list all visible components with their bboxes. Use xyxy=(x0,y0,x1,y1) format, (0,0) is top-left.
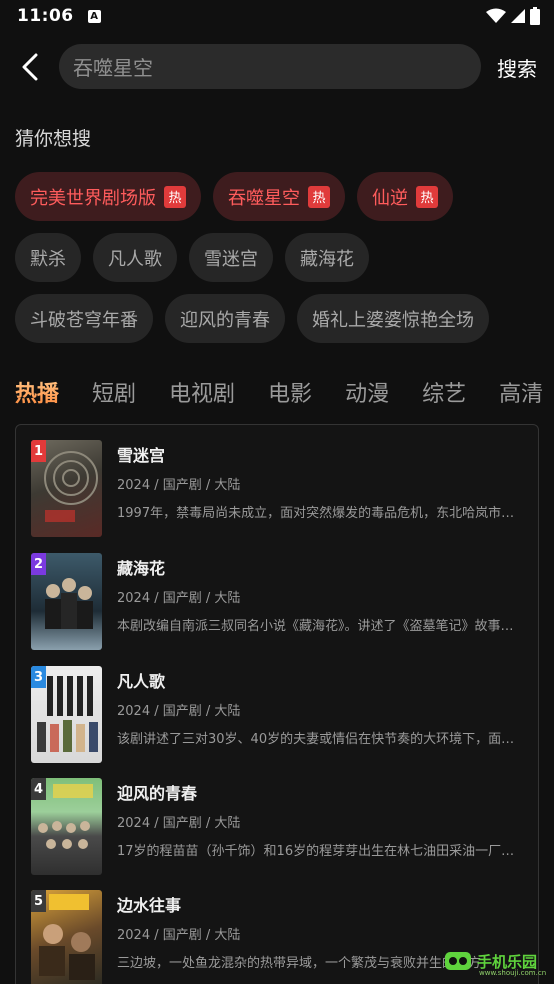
suggestion-chip[interactable]: 仙逆热 xyxy=(357,172,453,221)
status-bar: 11:06 A xyxy=(0,0,554,32)
search-bar: 吞噬星空 搜索 xyxy=(0,44,554,90)
chip-label: 迎风的青春 xyxy=(180,309,270,331)
hot-badge: 热 xyxy=(416,185,438,208)
list-item[interactable]: 1 雪迷宫 2024 / 国产剧 / 大陆 1997年，禁毒局尚未成立，面对突然… xyxy=(31,440,531,540)
suggestion-chip[interactable]: 凡人歌 xyxy=(93,233,177,282)
status-time: 11:06 xyxy=(17,6,74,26)
suggestions-title: 猜你想搜 xyxy=(15,128,92,150)
item-meta: 2024 / 国产剧 / 大陆 xyxy=(117,928,241,943)
item-title: 迎风的青春 xyxy=(117,784,198,803)
watermark-url: www.shouji.com.cn xyxy=(479,969,547,977)
rank-badge: 3 xyxy=(31,666,46,688)
hot-badge: 热 xyxy=(164,185,186,208)
watermark-logo: 手机乐园 www.shouji.com.cn xyxy=(443,942,547,980)
tab-hd[interactable]: 高清 xyxy=(499,376,543,408)
poster-image: 1 xyxy=(31,440,102,537)
tab-anime[interactable]: 动漫 xyxy=(345,376,389,408)
hot-badge: 热 xyxy=(308,185,330,208)
poster-image: 5 xyxy=(31,890,102,984)
suggestion-chip[interactable]: 默杀 xyxy=(15,233,81,282)
item-title: 边水往事 xyxy=(117,896,182,915)
rank-badge: 4 xyxy=(31,778,46,800)
item-description: 17岁的程苗苗（孙千饰）和16岁的程芽芽出生在林七油田采油一厂的家庭 xyxy=(117,844,517,859)
phone-logo-icon xyxy=(445,952,471,970)
item-meta: 2024 / 国产剧 / 大陆 xyxy=(117,478,241,493)
wifi-icon xyxy=(486,8,506,23)
suggestion-chip[interactable]: 迎风的青春 xyxy=(165,294,285,343)
back-button[interactable] xyxy=(14,50,46,84)
chip-row: 默杀 凡人歌 雪迷宫 藏海花 xyxy=(15,233,545,282)
item-meta: 2024 / 国产剧 / 大陆 xyxy=(117,591,241,606)
chip-label: 吞噬星空 xyxy=(228,187,300,209)
ranking-list: 1 雪迷宫 2024 / 国产剧 / 大陆 1997年，禁毒局尚未成立，面对突然… xyxy=(15,424,539,984)
item-title: 凡人歌 xyxy=(117,672,166,691)
chip-label: 藏海花 xyxy=(300,248,354,270)
suggestion-chip[interactable]: 婚礼上婆婆惊艳全场 xyxy=(297,294,489,343)
chip-row: 完美世界剧场版热 吞噬星空热 仙逆热 xyxy=(15,172,545,221)
item-meta: 2024 / 国产剧 / 大陆 xyxy=(117,704,241,719)
suggestion-chip[interactable]: 完美世界剧场版热 xyxy=(15,172,201,221)
chip-label: 雪迷宫 xyxy=(204,248,258,270)
search-button[interactable]: 搜索 xyxy=(497,53,537,82)
rank-badge: 1 xyxy=(31,440,46,462)
status-icons xyxy=(486,7,540,25)
chip-label: 默杀 xyxy=(30,248,66,270)
chevron-left-icon xyxy=(22,53,38,81)
tab-variety[interactable]: 综艺 xyxy=(422,376,466,408)
suggestion-chips: 完美世界剧场版热 吞噬星空热 仙逆热 默杀 凡人歌 雪迷宫 藏海花 斗破苍穹年番… xyxy=(15,172,545,355)
poster-image: 3 xyxy=(31,666,102,763)
list-item[interactable]: 3 凡人歌 2024 / 国产剧 / 大陆 该剧讲述了三对30岁、40岁的夫妻或… xyxy=(31,666,531,766)
notification-icon: A xyxy=(87,9,101,23)
item-description: 本剧改编自南派三叔同名小说《藏海花》。讲述了《盗墓笔记》故事结束之后 xyxy=(117,619,517,634)
poster-image: 4 xyxy=(31,778,102,875)
chip-label: 完美世界剧场版 xyxy=(30,187,156,209)
chip-label: 仙逆 xyxy=(372,187,408,209)
chip-label: 婚礼上婆婆惊艳全场 xyxy=(312,309,474,331)
suggestion-chip[interactable]: 藏海花 xyxy=(285,233,369,282)
rank-badge: 5 xyxy=(31,890,46,912)
search-query: 吞噬星空 xyxy=(73,56,153,80)
list-item[interactable]: 4 迎风的青春 2024 / 国产剧 / 大陆 17岁的程苗苗（孙千饰）和16岁… xyxy=(31,778,531,878)
suggestion-chip[interactable]: 雪迷宫 xyxy=(189,233,273,282)
suggestion-chip[interactable]: 吞噬星空热 xyxy=(213,172,345,221)
battery-icon xyxy=(530,7,540,25)
category-tabs: 热播 短剧 电视剧 电影 动漫 综艺 高清 xyxy=(15,372,554,412)
tab-tv-series[interactable]: 电视剧 xyxy=(169,376,235,408)
chip-row: 斗破苍穹年番 迎风的青春 婚礼上婆婆惊艳全场 xyxy=(15,294,545,343)
suggestion-chip[interactable]: 斗破苍穹年番 xyxy=(15,294,153,343)
item-description: 1997年，禁毒局尚未成立，面对突然爆发的毒品危机，东北哈岚市公安局迅速行动 xyxy=(117,506,517,521)
chip-label: 斗破苍穹年番 xyxy=(30,309,138,331)
item-meta: 2024 / 国产剧 / 大陆 xyxy=(117,816,241,831)
list-item[interactable]: 2 藏海花 2024 / 国产剧 / 大陆 本剧改编自南派三叔同名小说《藏海花》… xyxy=(31,553,531,653)
tab-hot[interactable]: 热播 xyxy=(15,376,59,408)
tab-movie[interactable]: 电影 xyxy=(268,376,312,408)
item-title: 藏海花 xyxy=(117,559,166,578)
tab-short-drama[interactable]: 短剧 xyxy=(92,376,136,408)
rank-badge: 2 xyxy=(31,553,46,575)
poster-image: 2 xyxy=(31,553,102,650)
item-description: 该剧讲述了三对30岁、40岁的夫妻或情侣在快节奏的大环境下，面对生活的困境 xyxy=(117,732,517,747)
signal-icon xyxy=(511,9,525,23)
item-title: 雪迷宫 xyxy=(117,446,166,465)
chip-label: 凡人歌 xyxy=(108,248,162,270)
search-input[interactable]: 吞噬星空 xyxy=(59,44,481,89)
